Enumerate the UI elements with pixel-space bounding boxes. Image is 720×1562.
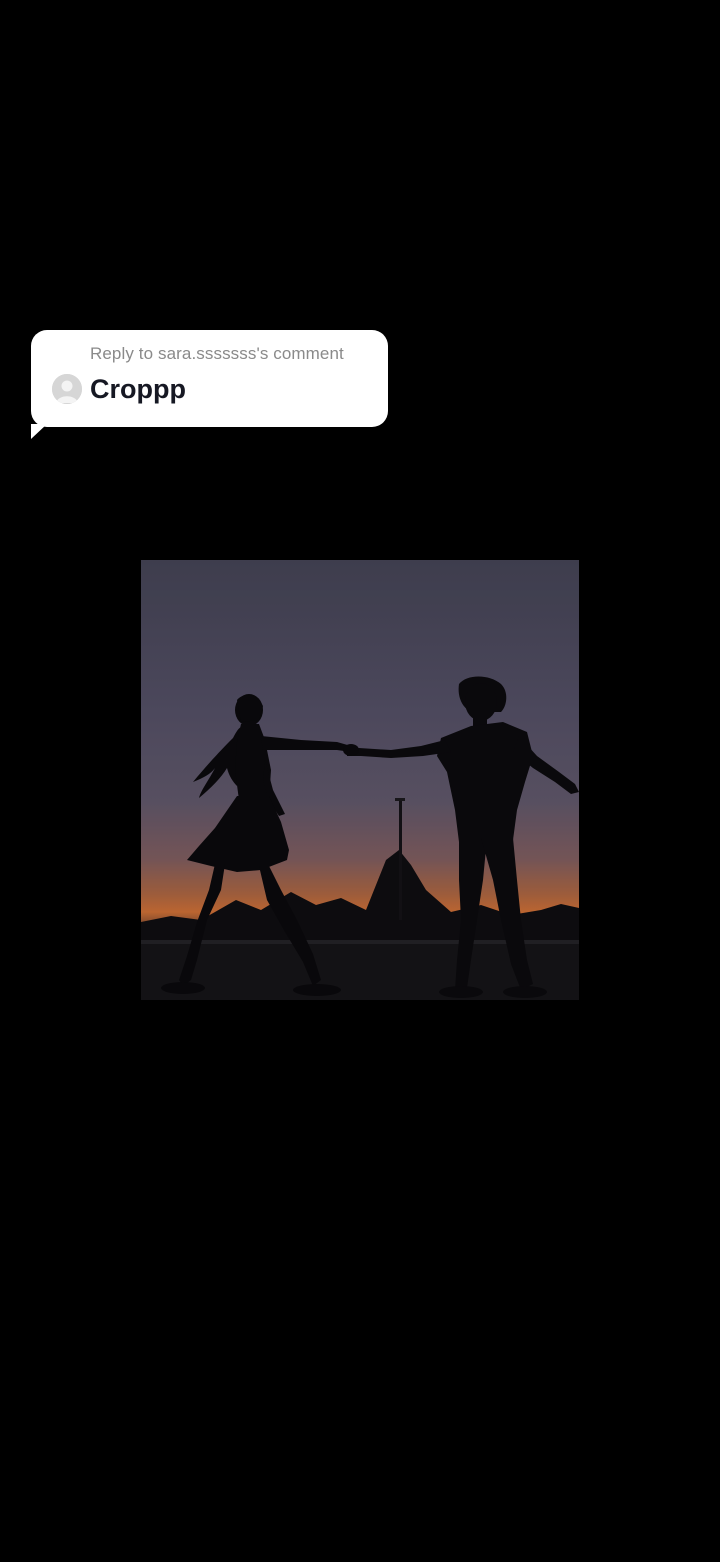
default-user-avatar-icon — [52, 374, 82, 404]
reply-comment-sticker[interactable]: Reply to sara.sssssss's comment Croppp — [31, 330, 388, 439]
reply-header-text: Reply to sara.sssssss's comment — [90, 344, 344, 363]
video-content-image — [141, 560, 579, 1000]
video-screen[interactable]: Reply to sara.sssssss's comment Croppp — [0, 0, 720, 1562]
reply-comment-text: Croppp — [90, 374, 186, 404]
sticker-tail — [31, 424, 47, 439]
